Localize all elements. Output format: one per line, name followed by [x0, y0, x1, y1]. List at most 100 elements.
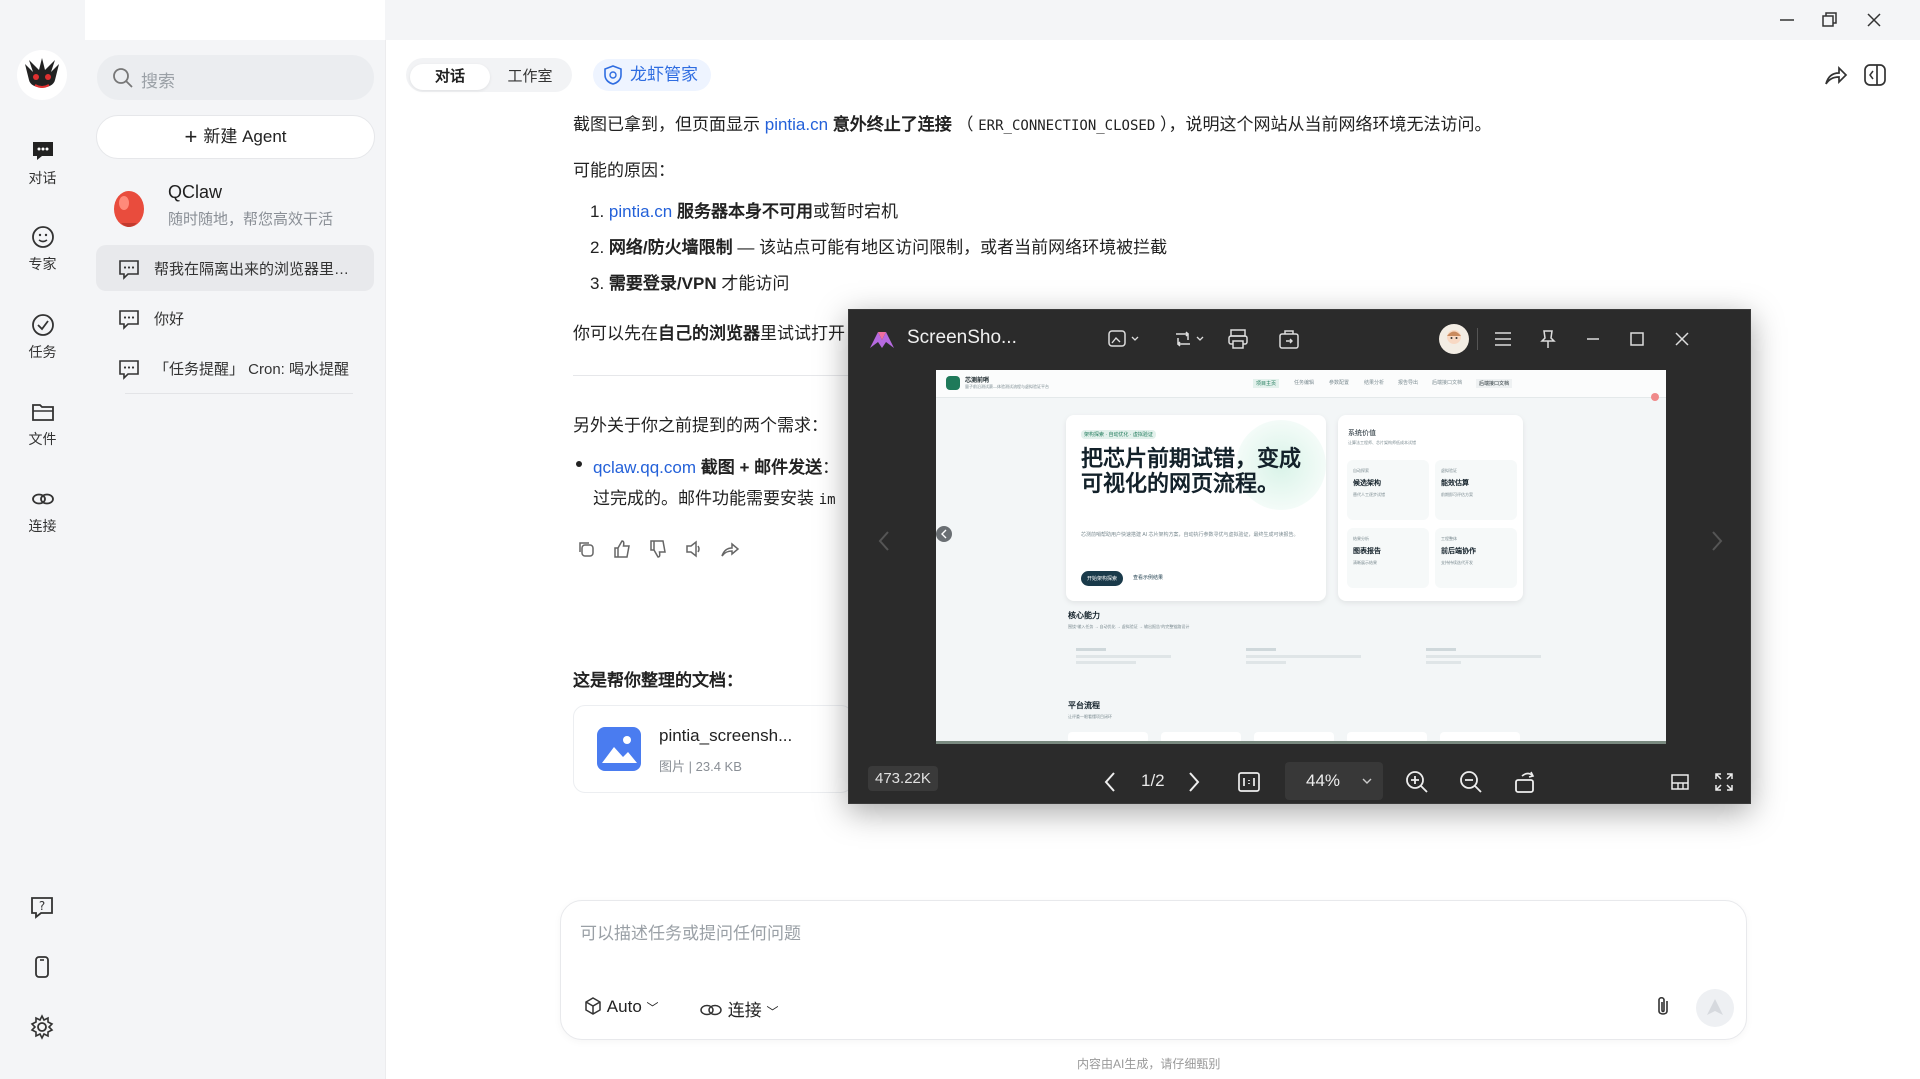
- agent-subtitle: 随时随地，帮您高效干活: [168, 211, 334, 228]
- preview-nav-item: 项目主页: [1253, 379, 1280, 388]
- viewer-minimize-button[interactable]: [1582, 328, 1604, 355]
- rail-label-files: 文件: [28, 431, 57, 447]
- viewer-menu-button[interactable]: [1492, 328, 1514, 355]
- preview-secondary-button: 查看示例结果: [1133, 575, 1164, 581]
- file-card[interactable]: pintia_screensh... 图片 | 23.4 KB: [573, 705, 853, 793]
- lobster-manager-button[interactable]: 龙虾管家: [593, 59, 711, 91]
- minimize-icon: [1780, 19, 1794, 21]
- send-button[interactable]: [1696, 989, 1734, 1027]
- message-divider: [573, 375, 853, 376]
- minimize-icon: [1587, 338, 1599, 340]
- new-agent-button[interactable]: + 新建 Agent: [96, 115, 375, 159]
- link-icon: [700, 1004, 722, 1016]
- side-panel-icon: [1864, 64, 1886, 86]
- rail-item-tasks[interactable]: 任务: [0, 312, 85, 362]
- card-desc: 支持持续迭代开发: [1441, 560, 1473, 565]
- pintia-link[interactable]: pintia.cn: [609, 202, 672, 221]
- qclaw-link[interactable]: qclaw.qq.com: [593, 458, 696, 477]
- card-tag: 工程整体: [1441, 536, 1457, 541]
- zoom-in-button[interactable]: [1404, 769, 1430, 800]
- zoom-select[interactable]: 44%: [1285, 762, 1383, 800]
- rotate-button[interactable]: [1513, 769, 1539, 800]
- toggle-panel-button[interactable]: [1862, 62, 1888, 93]
- chat-input-box[interactable]: 可以描述任务或提问任何问题 Auto ﹀ 连接 ﹀: [560, 900, 1747, 1040]
- preview-nav-item: 结果分析: [1364, 380, 1385, 386]
- like-button[interactable]: [612, 539, 632, 564]
- card-desc: 前期即可评估方案: [1441, 492, 1473, 497]
- card-tag: 结果分析: [1353, 536, 1369, 541]
- text: — 该站点可能有地区访问限制，或者当前网络环境被拦截: [732, 238, 1168, 257]
- chevron-left-icon: [878, 531, 889, 551]
- share-message-button[interactable]: [720, 539, 740, 564]
- read-aloud-button[interactable]: [684, 539, 704, 564]
- preview-hero-title: 把芯片前期试错，变成可视化的网页流程。: [1081, 446, 1302, 496]
- viewer-maximize-button[interactable]: [1626, 328, 1648, 355]
- next-image-button[interactable]: [1704, 526, 1730, 561]
- text: 才能访问: [716, 274, 790, 293]
- close-window-button[interactable]: [1862, 8, 1886, 32]
- preview-nav-item: 后端接口文档: [1432, 380, 1463, 386]
- conversation-title: 帮我在隔离出来的浏览器里…: [154, 261, 350, 278]
- close-icon: [1867, 13, 1881, 27]
- connect-select[interactable]: 连接 ﹀: [699, 996, 778, 1022]
- rail-item-expert[interactable]: 专家: [0, 224, 85, 274]
- fullscreen-button[interactable]: [1714, 772, 1734, 797]
- tab-chat[interactable]: 对话: [410, 64, 490, 90]
- preview-core-desc: 围绕“输入任务 → 自动优化 → 虚拟验证 → 输出报告”的完整链路设计: [1068, 624, 1190, 629]
- actual-size-button[interactable]: [1237, 770, 1261, 799]
- other-needs: 另外关于你之前提到的两个需求：: [573, 416, 828, 435]
- next-page-button[interactable]: [1185, 770, 1203, 799]
- bullet-dot: [576, 461, 582, 467]
- pintia-link[interactable]: pintia.cn: [765, 115, 828, 134]
- open-with-button[interactable]: [1278, 328, 1300, 355]
- search-icon: [113, 68, 133, 88]
- rail-item-files[interactable]: 文件: [0, 399, 85, 449]
- zoom-out-button[interactable]: [1458, 769, 1484, 800]
- thumbnail-button[interactable]: [1670, 772, 1690, 797]
- zoom-in-icon: [1406, 771, 1428, 793]
- model-mode-select[interactable]: Auto ﹀: [583, 996, 659, 1022]
- conversation-item[interactable]: 你好: [96, 295, 374, 341]
- image-menu-button[interactable]: [1107, 328, 1143, 355]
- restore-button[interactable]: [1817, 8, 1841, 32]
- preview-core-title: 核心能力: [1068, 611, 1100, 620]
- text: ：: [822, 458, 840, 477]
- reason-item-1: 1. pintia.cn 服务器本身不可用或暂时宕机: [590, 197, 898, 222]
- print-button[interactable]: [1227, 328, 1249, 355]
- settings-button[interactable]: [29, 1014, 55, 1045]
- restore-icon: [1822, 12, 1837, 27]
- pin-icon: [1540, 330, 1556, 348]
- conversation-item[interactable]: 「任务提醒」 Cron: 喝水提醒: [96, 345, 374, 391]
- pin-button[interactable]: [1537, 328, 1559, 355]
- viewer-app-logo-icon: [870, 332, 894, 348]
- rail-item-chat[interactable]: 对话: [0, 138, 85, 188]
- tab-studio[interactable]: 工作室: [490, 64, 570, 90]
- rotate-menu-button[interactable]: [1172, 328, 1208, 355]
- viewer-close-button[interactable]: [1671, 328, 1693, 355]
- image-file-icon: [597, 727, 641, 771]
- bullet-line-1: qclaw.qq.com 截图 + 邮件发送：: [593, 453, 839, 478]
- mobile-button[interactable]: [29, 954, 55, 985]
- mode-tabs: 对话 工作室: [406, 58, 572, 92]
- preview-card: 结果分析 图表报告 清晰展示结果: [1347, 528, 1429, 588]
- rail-label-tasks: 任务: [28, 344, 57, 360]
- text: 里试试打开: [760, 324, 845, 343]
- preview-feature: [1426, 648, 1546, 676]
- preview-scroll-bar: [936, 741, 1666, 744]
- search-input[interactable]: 搜索: [97, 55, 374, 100]
- text: ），说明这个网站从当前网络环境无法访问。: [1155, 115, 1492, 134]
- preview-tagline: 量子前沿测试赛—体验测试流程与虚拟验证平台: [965, 384, 1049, 389]
- user-avatar[interactable]: [1439, 324, 1469, 354]
- file-name: pintia_screensh...: [659, 726, 793, 745]
- attach-button[interactable]: [1652, 995, 1674, 1024]
- agent-qclaw[interactable]: QClaw 随时随地，帮您高效干活: [96, 178, 374, 236]
- dislike-button[interactable]: [648, 539, 668, 564]
- minimize-button[interactable]: [1775, 8, 1799, 32]
- share-button[interactable]: [1823, 62, 1849, 93]
- conversation-item[interactable]: 帮我在隔离出来的浏览器里…: [96, 245, 374, 291]
- previous-image-button[interactable]: [871, 526, 897, 561]
- copy-button[interactable]: [576, 539, 596, 564]
- prev-page-button[interactable]: [1101, 770, 1119, 799]
- help-button[interactable]: ?: [29, 894, 55, 925]
- rail-item-connect[interactable]: 连接: [0, 486, 85, 536]
